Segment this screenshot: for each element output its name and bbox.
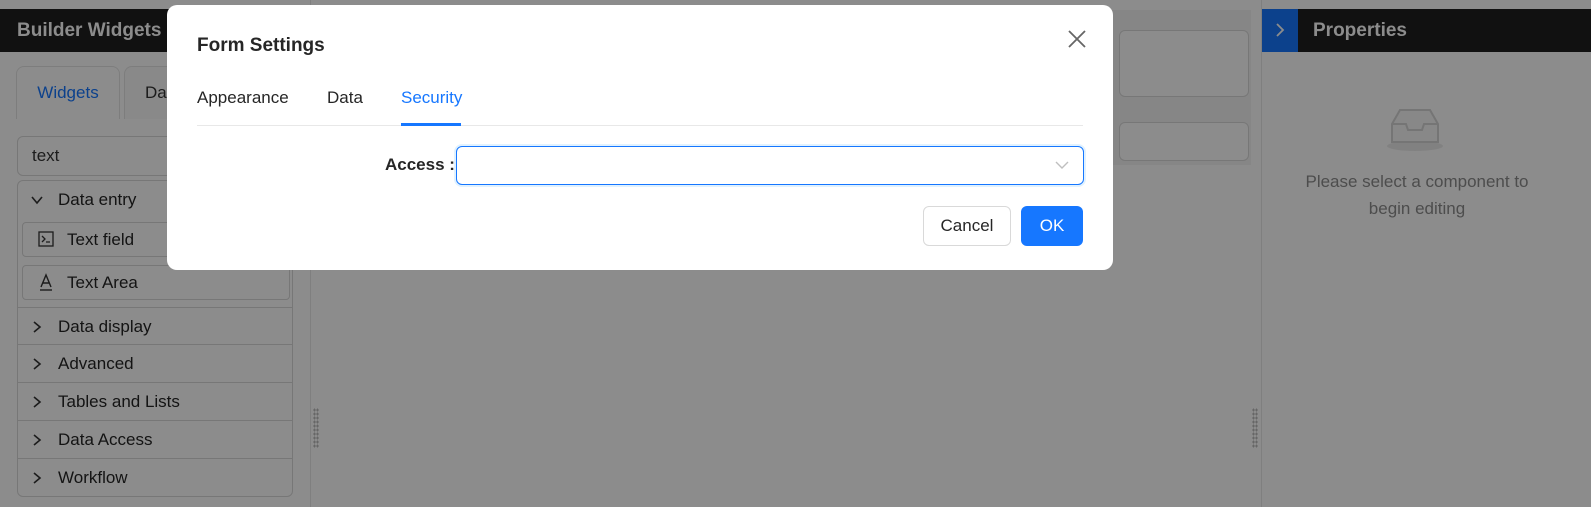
ok-button[interactable]: OK xyxy=(1021,206,1083,246)
tab-data[interactable]: Data xyxy=(327,83,363,113)
active-tab-indicator xyxy=(401,123,461,126)
chevron-down-icon xyxy=(1055,158,1069,172)
access-select[interactable] xyxy=(456,146,1084,185)
tab-appearance[interactable]: Appearance xyxy=(197,83,289,113)
access-label: Access : xyxy=(385,155,455,174)
cancel-button[interactable]: Cancel xyxy=(923,206,1011,246)
tab-security[interactable]: Security xyxy=(401,83,462,113)
close-icon[interactable] xyxy=(1065,27,1089,51)
dialog-tabs: Appearance Data Security xyxy=(197,83,1083,126)
dialog-title: Form Settings xyxy=(197,35,325,56)
form-settings-dialog: Form Settings Appearance Data Security A… xyxy=(167,5,1113,270)
